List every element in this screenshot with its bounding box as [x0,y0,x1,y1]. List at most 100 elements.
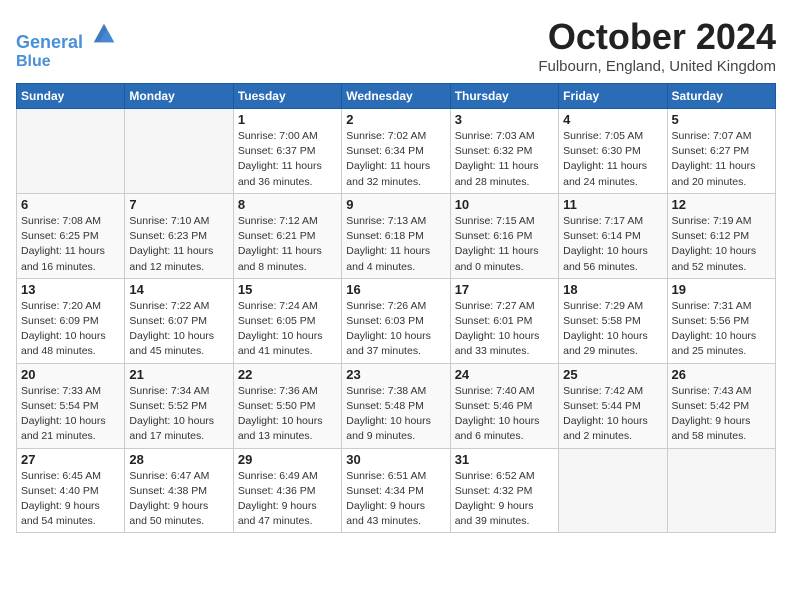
weekday-header-saturday: Saturday [667,84,775,109]
day-number: 20 [21,367,120,382]
day-info: Sunrise: 7:33 AM Sunset: 5:54 PM Dayligh… [21,384,120,445]
day-number: 31 [455,452,554,467]
day-info: Sunrise: 7:36 AM Sunset: 5:50 PM Dayligh… [238,384,337,445]
day-info: Sunrise: 7:08 AM Sunset: 6:25 PM Dayligh… [21,214,120,275]
calendar-cell: 9 Sunrise: 7:13 AM Sunset: 6:18 PM Daylig… [342,193,450,278]
calendar-cell: 7 Sunrise: 7:10 AM Sunset: 6:23 PM Daylig… [125,193,233,278]
logo-blue: Blue [16,53,118,71]
day-info: Sunrise: 7:05 AM Sunset: 6:30 PM Dayligh… [563,129,662,190]
day-number: 15 [238,282,337,297]
calendar-cell [17,109,125,194]
calendar-cell: 25Sunrise: 7:42 AM Sunset: 5:44 PM Dayli… [559,363,667,448]
day-number: 29 [238,452,337,467]
day-number: 6 [21,197,120,212]
calendar-cell: 17 Sunrise: 7:27 AM Sunset: 6:01 PM Dayli… [450,278,558,363]
day-number: 14 [129,282,228,297]
day-info: Sunrise: 7:40 AM Sunset: 5:46 PM Dayligh… [455,384,554,445]
location: Fulbourn, England, United Kingdom [538,58,776,75]
calendar-cell: 31 Sunrise: 6:52 AM Sunset: 4:32 PM Dayli… [450,448,558,533]
day-number: 22 [238,367,337,382]
calendar-cell: 11Sunrise: 7:17 AM Sunset: 6:14 PM Dayli… [559,193,667,278]
calendar-cell: 19 Sunrise: 7:31 AM Sunset: 5:56 PM Dayli… [667,278,775,363]
calendar-cell: 10 Sunrise: 7:15 AM Sunset: 6:16 PM Dayli… [450,193,558,278]
calendar-cell: 30 Sunrise: 6:51 AM Sunset: 4:34 PM Dayli… [342,448,450,533]
calendar-week-2: 6 Sunrise: 7:08 AM Sunset: 6:25 PM Daylig… [17,193,776,278]
calendar-cell: 27Sunrise: 6:45 AM Sunset: 4:40 PM Dayli… [17,448,125,533]
calendar-week-5: 27Sunrise: 6:45 AM Sunset: 4:40 PM Dayli… [17,448,776,533]
calendar-body: 1 Sunrise: 7:00 AM Sunset: 6:37 PM Daylig… [17,109,776,533]
calendar-cell: 15 Sunrise: 7:24 AM Sunset: 6:05 PM Dayli… [233,278,341,363]
calendar: SundayMondayTuesdayWednesdayThursdayFrid… [16,83,776,533]
calendar-cell: 14 Sunrise: 7:22 AM Sunset: 6:07 PM Dayli… [125,278,233,363]
logo: General Blue [16,20,118,70]
calendar-cell: 5Sunrise: 7:07 AM Sunset: 6:27 PM Daylig… [667,109,775,194]
logo-general: General [16,32,83,52]
day-number: 2 [346,112,445,127]
calendar-cell: 12 Sunrise: 7:19 AM Sunset: 6:12 PM Dayli… [667,193,775,278]
day-info: Sunrise: 6:47 AM Sunset: 4:38 PM Dayligh… [129,469,228,530]
logo-text: General [16,20,118,53]
calendar-cell: 18 Sunrise: 7:29 AM Sunset: 5:58 PM Dayli… [559,278,667,363]
day-number: 9 [346,197,445,212]
weekday-header-sunday: Sunday [17,84,125,109]
calendar-cell: 21Sunrise: 7:34 AM Sunset: 5:52 PM Dayli… [125,363,233,448]
day-info: Sunrise: 7:10 AM Sunset: 6:23 PM Dayligh… [129,214,228,275]
day-info: Sunrise: 7:43 AM Sunset: 5:42 PM Dayligh… [672,384,771,445]
day-number: 7 [129,197,228,212]
day-number: 1 [238,112,337,127]
day-info: Sunrise: 7:26 AM Sunset: 6:03 PM Dayligh… [346,299,445,360]
day-info: Sunrise: 7:02 AM Sunset: 6:34 PM Dayligh… [346,129,445,190]
calendar-cell [667,448,775,533]
day-info: Sunrise: 7:29 AM Sunset: 5:58 PM Dayligh… [563,299,662,360]
day-number: 3 [455,112,554,127]
day-number: 30 [346,452,445,467]
calendar-cell: 26 Sunrise: 7:43 AM Sunset: 5:42 PM Dayli… [667,363,775,448]
page-header: General Blue October 2024 Fulbourn, Engl… [16,16,776,75]
day-number: 19 [672,282,771,297]
weekday-header-thursday: Thursday [450,84,558,109]
calendar-cell [125,109,233,194]
day-info: Sunrise: 7:34 AM Sunset: 5:52 PM Dayligh… [129,384,228,445]
weekday-header-row: SundayMondayTuesdayWednesdayThursdayFrid… [17,84,776,109]
day-number: 10 [455,197,554,212]
calendar-cell: 22 Sunrise: 7:36 AM Sunset: 5:50 PM Dayli… [233,363,341,448]
day-info: Sunrise: 7:19 AM Sunset: 6:12 PM Dayligh… [672,214,771,275]
calendar-cell: 4Sunrise: 7:05 AM Sunset: 6:30 PM Daylig… [559,109,667,194]
calendar-cell: 13Sunrise: 7:20 AM Sunset: 6:09 PM Dayli… [17,278,125,363]
day-info: Sunrise: 7:20 AM Sunset: 6:09 PM Dayligh… [21,299,120,360]
calendar-cell [559,448,667,533]
day-number: 25 [563,367,662,382]
day-number: 27 [21,452,120,467]
calendar-cell: 6 Sunrise: 7:08 AM Sunset: 6:25 PM Daylig… [17,193,125,278]
day-info: Sunrise: 6:51 AM Sunset: 4:34 PM Dayligh… [346,469,445,530]
month-title: October 2024 [538,16,776,58]
weekday-header-monday: Monday [125,84,233,109]
day-info: Sunrise: 7:27 AM Sunset: 6:01 PM Dayligh… [455,299,554,360]
day-number: 26 [672,367,771,382]
calendar-cell: 28Sunrise: 6:47 AM Sunset: 4:38 PM Dayli… [125,448,233,533]
day-info: Sunrise: 7:22 AM Sunset: 6:07 PM Dayligh… [129,299,228,360]
day-info: Sunrise: 7:31 AM Sunset: 5:56 PM Dayligh… [672,299,771,360]
weekday-header-wednesday: Wednesday [342,84,450,109]
calendar-cell: 3 Sunrise: 7:03 AM Sunset: 6:32 PM Daylig… [450,109,558,194]
day-info: Sunrise: 7:15 AM Sunset: 6:16 PM Dayligh… [455,214,554,275]
day-info: Sunrise: 7:17 AM Sunset: 6:14 PM Dayligh… [563,214,662,275]
day-info: Sunrise: 7:13 AM Sunset: 6:18 PM Dayligh… [346,214,445,275]
day-info: Sunrise: 7:00 AM Sunset: 6:37 PM Dayligh… [238,129,337,190]
weekday-header-tuesday: Tuesday [233,84,341,109]
day-info: Sunrise: 6:52 AM Sunset: 4:32 PM Dayligh… [455,469,554,530]
day-number: 17 [455,282,554,297]
calendar-week-4: 20 Sunrise: 7:33 AM Sunset: 5:54 PM Dayli… [17,363,776,448]
calendar-cell: 23Sunrise: 7:38 AM Sunset: 5:48 PM Dayli… [342,363,450,448]
day-info: Sunrise: 6:49 AM Sunset: 4:36 PM Dayligh… [238,469,337,530]
day-info: Sunrise: 7:24 AM Sunset: 6:05 PM Dayligh… [238,299,337,360]
calendar-week-3: 13Sunrise: 7:20 AM Sunset: 6:09 PM Dayli… [17,278,776,363]
calendar-cell: 29 Sunrise: 6:49 AM Sunset: 4:36 PM Dayli… [233,448,341,533]
day-number: 18 [563,282,662,297]
title-block: October 2024 Fulbourn, England, United K… [538,16,776,75]
calendar-cell: 8Sunrise: 7:12 AM Sunset: 6:21 PM Daylig… [233,193,341,278]
calendar-cell: 16Sunrise: 7:26 AM Sunset: 6:03 PM Dayli… [342,278,450,363]
calendar-cell: 24Sunrise: 7:40 AM Sunset: 5:46 PM Dayli… [450,363,558,448]
day-info: Sunrise: 7:03 AM Sunset: 6:32 PM Dayligh… [455,129,554,190]
day-number: 12 [672,197,771,212]
